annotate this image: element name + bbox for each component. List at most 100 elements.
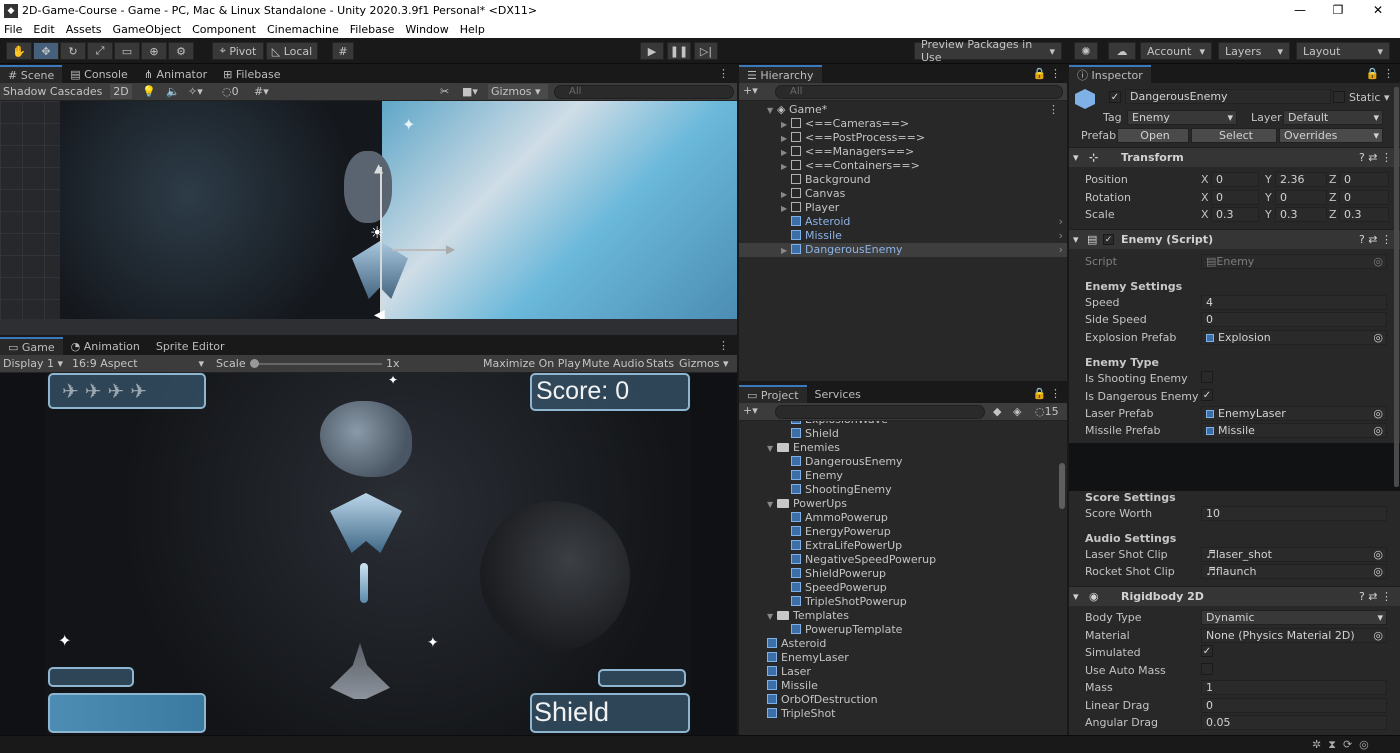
tab-filebase[interactable]: ⊞ Filebase — [215, 65, 288, 83]
layout-dropdown[interactable]: Layout ▾ — [1296, 42, 1390, 60]
rotation-z-field[interactable]: 0 — [1339, 190, 1389, 205]
target-icon[interactable]: ◎ — [1373, 548, 1383, 561]
laser-shot-clip-field[interactable]: ♬laser_shot ◎ — [1201, 547, 1387, 562]
menu-help[interactable]: Help — [460, 23, 485, 36]
lock-icon[interactable]: 🔒 ⋮ — [1033, 65, 1067, 83]
hierarchy-item-managers[interactable]: ▶ <==Managers==> — [739, 145, 1067, 159]
pivot-toggle[interactable]: ⌖ Pivot — [212, 42, 264, 60]
tab-console[interactable]: ▤ Console — [62, 65, 136, 83]
laser-prefab-field[interactable]: EnemyLaser ◎ — [1201, 406, 1387, 421]
bug-icon[interactable]: ✲ — [1312, 738, 1321, 751]
project-asset[interactable]: Laser — [739, 665, 1059, 679]
material-field[interactable]: None (Physics Material 2D) ◎ — [1201, 628, 1387, 643]
position-z-field[interactable]: 0 — [1339, 172, 1389, 187]
transform-tool-icon[interactable]: ⊕ — [141, 42, 167, 60]
effects-icon[interactable]: ✧▾ — [188, 85, 203, 98]
component-enabled-checkbox[interactable]: ✓ — [1103, 234, 1114, 245]
filter-label-icon[interactable]: ◈ — [1013, 405, 1021, 418]
project-asset[interactable]: ExtraLifePowerUp — [739, 539, 1059, 553]
hierarchy-item-background[interactable]: Background — [739, 173, 1067, 187]
scale-slider[interactable] — [254, 363, 382, 365]
scale-slider-handle[interactable] — [250, 359, 259, 368]
tab-inspector[interactable]: ⓘ Inspector — [1069, 65, 1151, 83]
inspector-scrollbar[interactable] — [1394, 87, 1399, 487]
preview-packages-dropdown[interactable]: Preview Packages in Use ▾ — [914, 38, 1062, 64]
angular-drag-field[interactable]: 0.05 — [1201, 715, 1387, 730]
shooting-enemy-checkbox[interactable] — [1201, 371, 1213, 383]
chevron-right-icon[interactable]: › — [1059, 215, 1063, 228]
audio-icon[interactable]: 🔈 — [166, 85, 180, 98]
prefab-select-button[interactable]: Select — [1191, 128, 1277, 143]
tab-scene[interactable]: # Scene — [0, 65, 63, 83]
object-name-field[interactable]: DangerousEnemy — [1125, 89, 1331, 104]
panel-menu-icon[interactable]: ⋮ — [1048, 103, 1059, 116]
scale-x-field[interactable]: 0.3 — [1211, 207, 1259, 222]
transform-header[interactable]: ▾ ⊹ Transform ? ⇄ ⋮ — [1069, 147, 1400, 167]
static-checkbox[interactable] — [1333, 91, 1345, 103]
project-search-input[interactable] — [775, 405, 985, 419]
linear-drag-field[interactable]: 0 — [1201, 698, 1387, 713]
project-asset[interactable]: OrbOfDestruction — [739, 693, 1059, 707]
custom-tool-icon[interactable]: ⚙ — [168, 42, 194, 60]
rotation-x-field[interactable]: 0 — [1211, 190, 1259, 205]
scale-z-field[interactable]: 0.3 — [1339, 207, 1389, 222]
move-tool-icon[interactable]: ✥ — [33, 42, 59, 60]
lighting-icon[interactable]: 💡 — [142, 85, 156, 98]
enemy-script-header[interactable]: ▾ ▤ ✓ Enemy (Script) ? ⇄ ⋮ — [1069, 229, 1400, 249]
panel-menu-icon[interactable]: ⋮ — [718, 337, 737, 355]
speed-field[interactable]: 4 — [1201, 295, 1387, 310]
add-button[interactable]: +▾ — [743, 404, 758, 417]
maximize-on-play-toggle[interactable]: Maximize On Play — [483, 357, 581, 370]
camera-icon[interactable]: ■▾ — [462, 85, 478, 98]
menu-cinemachine[interactable]: Cinemachine — [267, 23, 339, 36]
hierarchy-item-canvas[interactable]: ▶ Canvas — [739, 187, 1067, 201]
rect-tool-icon[interactable]: ▭ — [114, 42, 140, 60]
menu-edit[interactable]: Edit — [33, 23, 54, 36]
project-asset[interactable]: DangerousEnemy — [739, 455, 1059, 469]
tab-project[interactable]: ▭ Project — [739, 385, 807, 403]
prefab-overrides-dropdown[interactable]: Overrides ▾ — [1279, 128, 1383, 143]
menu-file[interactable]: File — [4, 23, 22, 36]
tab-sprite-editor[interactable]: Sprite Editor — [148, 337, 233, 355]
project-asset[interactable]: EnergyPowerup — [739, 525, 1059, 539]
project-asset[interactable]: Shield — [739, 427, 1059, 441]
scale-y-field[interactable]: 0.3 — [1275, 207, 1327, 222]
project-asset[interactable]: Enemy — [739, 469, 1059, 483]
account-dropdown[interactable]: Account ▾ — [1140, 42, 1212, 60]
rotate-tool-icon[interactable]: ↻ — [60, 42, 86, 60]
component-menu-icon[interactable]: ? ⇄ ⋮ — [1359, 151, 1392, 164]
hierarchy-item-postprocess[interactable]: ▶ <==PostProcess==> — [739, 131, 1067, 145]
filter-type-icon[interactable]: ◆ — [993, 405, 1001, 418]
component-menu-icon[interactable]: ? ⇄ ⋮ — [1359, 233, 1392, 246]
explosion-prefab-field[interactable]: Explosion ◎ — [1201, 330, 1387, 345]
hierarchy-item-containers[interactable]: ▶ <==Containers==> — [739, 159, 1067, 173]
grid-toggle-icon[interactable]: #▾ — [254, 85, 269, 98]
score-worth-field[interactable]: 10 — [1201, 506, 1387, 521]
hidden-objects-toggle[interactable]: ◌0 — [222, 85, 239, 98]
project-folder[interactable]: ▼ PowerUps — [739, 497, 1059, 511]
project-asset[interactable]: PowerupTemplate — [739, 623, 1059, 637]
project-asset[interactable]: TripleShot — [739, 707, 1059, 721]
game-gizmos-dropdown[interactable]: Gizmos ▾ — [679, 357, 729, 370]
hand-tool-icon[interactable]: ✋ — [6, 42, 32, 60]
simulated-checkbox[interactable]: ✓ — [1201, 645, 1213, 657]
side-speed-field[interactable]: 0 — [1201, 312, 1387, 327]
tab-animation[interactable]: ◔ Animation — [63, 337, 148, 355]
body-type-dropdown[interactable]: Dynamic ▾ — [1201, 610, 1387, 625]
mute-audio-toggle[interactable]: Mute Audio — [582, 357, 644, 370]
lock-icon[interactable]: 🔒 ⋮ — [1033, 385, 1067, 403]
add-button[interactable]: +▾ — [743, 84, 758, 97]
tools-icon[interactable]: ✂ — [440, 85, 449, 98]
minimize-icon[interactable]: — — [1280, 0, 1320, 21]
layers-dropdown[interactable]: Layers ▾ — [1218, 42, 1290, 60]
target-icon[interactable]: ◎ — [1373, 565, 1383, 578]
auto-generate-icon[interactable]: ⧗ — [1328, 738, 1336, 751]
rigidbody2d-header[interactable]: ▾ ◉ Rigidbody 2D ? ⇄ ⋮ — [1069, 586, 1400, 606]
pause-button[interactable]: ❚❚ — [667, 42, 691, 60]
tab-services[interactable]: Services — [807, 385, 869, 403]
gizmos-dropdown[interactable]: Gizmos ▾ — [488, 84, 548, 99]
hierarchy-item-missile[interactable]: Missile › — [739, 229, 1067, 243]
project-asset[interactable]: EnemyLaser — [739, 651, 1059, 665]
project-asset[interactable]: SpeedPowerup — [739, 581, 1059, 595]
progress-icon[interactable]: ⟳ — [1343, 738, 1352, 751]
